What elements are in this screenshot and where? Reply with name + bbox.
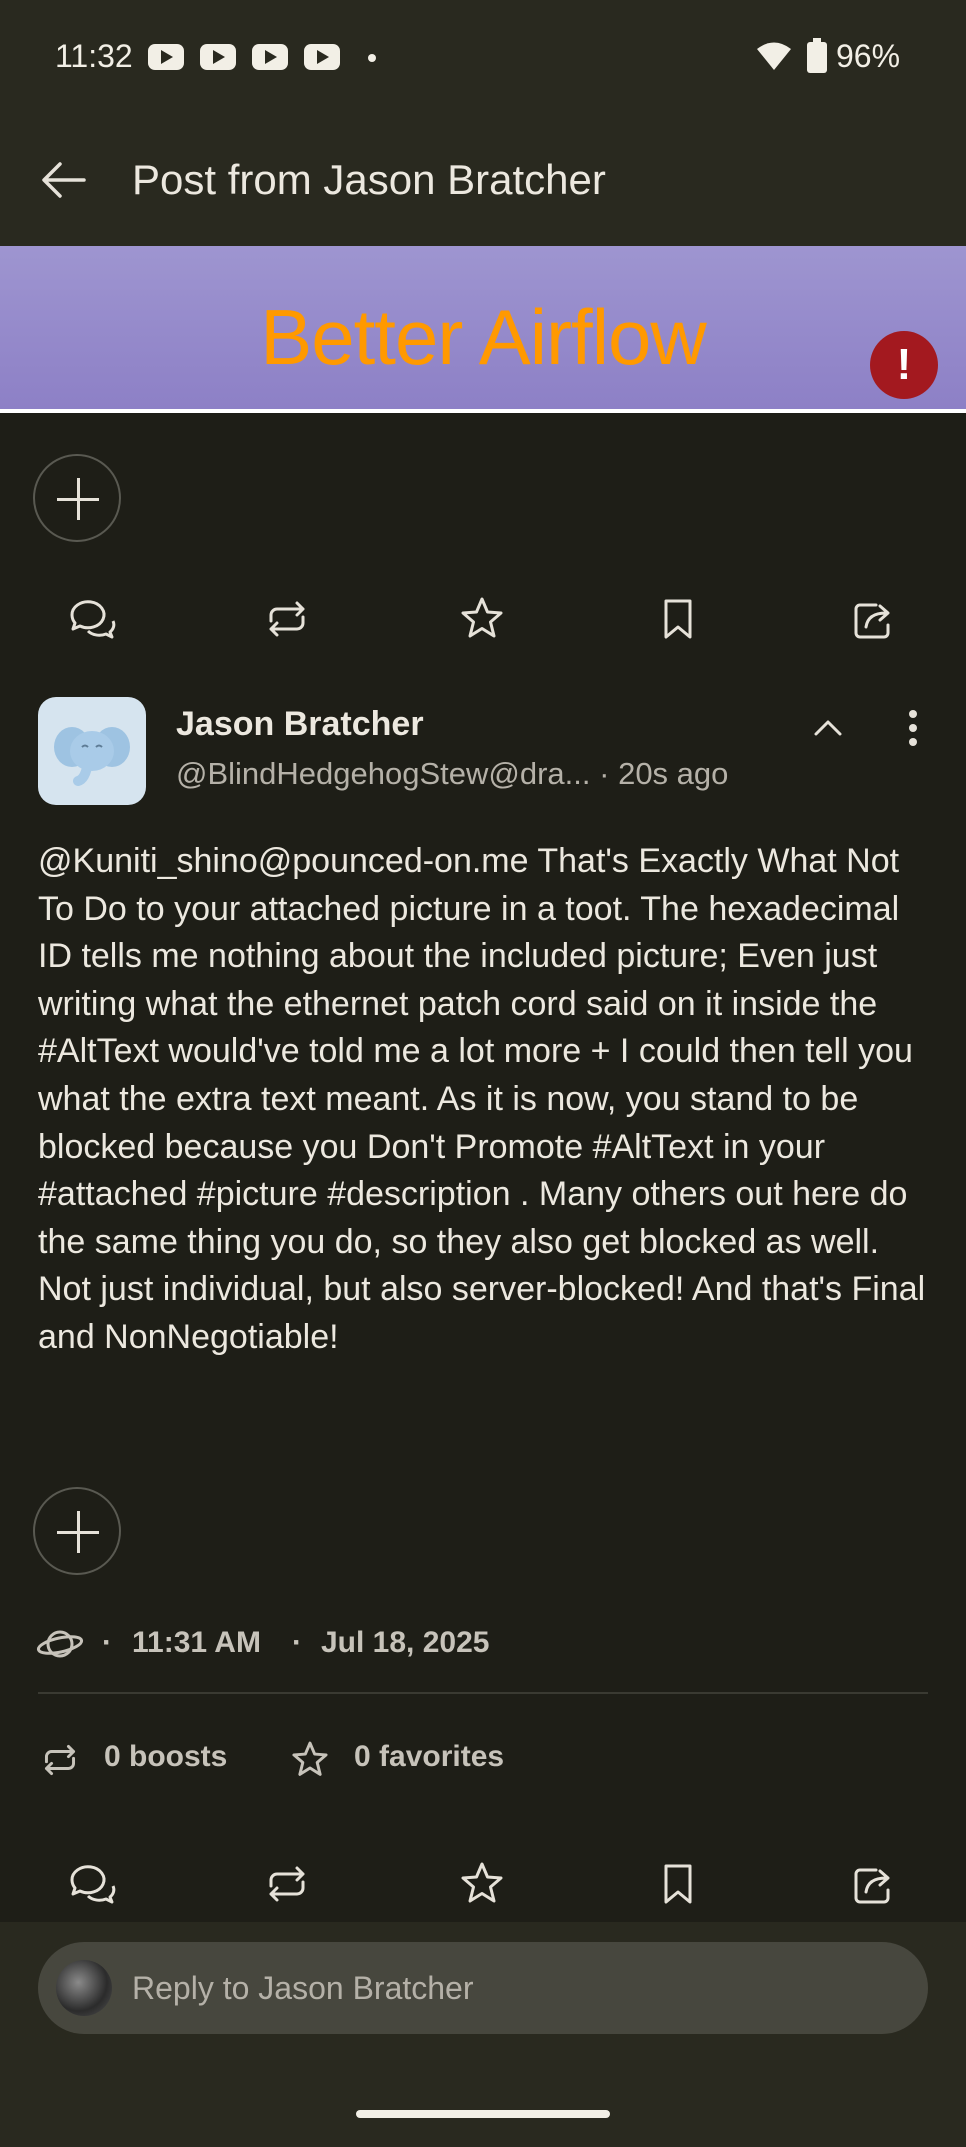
author-handle[interactable]: @BlindHedgehogStew@dra... bbox=[176, 756, 591, 791]
author-handle-line: @BlindHedgehogStew@dra... · 20s ago bbox=[176, 756, 728, 792]
author-name[interactable]: Jason Bratcher bbox=[176, 705, 424, 744]
reply-input[interactable]: Reply to Jason Bratcher bbox=[38, 1942, 928, 2034]
elephant-avatar-icon bbox=[54, 727, 130, 786]
more-notifications-dot-icon bbox=[368, 54, 376, 62]
relative-time: · 20s ago bbox=[599, 756, 729, 791]
public-globe-icon bbox=[36, 1630, 84, 1658]
youtube-icon bbox=[200, 44, 236, 70]
battery-percent: 96% bbox=[836, 38, 901, 74]
youtube-icon bbox=[252, 44, 288, 70]
missing-alt-text-warning-icon[interactable]: ! bbox=[870, 331, 938, 399]
star-icon bbox=[461, 597, 503, 638]
share-icon bbox=[854, 1868, 890, 1904]
favorite-button[interactable] bbox=[456, 593, 508, 645]
favorite-count[interactable]: 0 favorites bbox=[354, 1740, 504, 1774]
wifi-icon bbox=[757, 42, 791, 70]
boost-icon bbox=[269, 1866, 305, 1902]
reply-bar: Reply to Jason Bratcher bbox=[0, 1922, 966, 2147]
page-title: Post from Jason Bratcher bbox=[132, 156, 606, 203]
youtube-icon bbox=[148, 44, 184, 70]
bookmark-button[interactable] bbox=[652, 593, 704, 645]
more-vertical-icon[interactable] bbox=[900, 708, 926, 748]
bookmark-button[interactable] bbox=[652, 1858, 704, 1910]
reply-icon bbox=[70, 1865, 116, 1904]
user-avatar bbox=[56, 1960, 112, 2016]
share-icon bbox=[854, 603, 890, 639]
add-reaction-button[interactable] bbox=[33, 454, 121, 542]
bookmark-icon bbox=[664, 1864, 692, 1904]
reply-placeholder: Reply to Jason Bratcher bbox=[132, 1970, 474, 2006]
share-button[interactable] bbox=[848, 593, 900, 645]
chevron-up-icon[interactable] bbox=[808, 708, 848, 748]
reply-button[interactable] bbox=[66, 593, 118, 645]
status-time: 11:32 bbox=[55, 38, 133, 74]
bookmark-icon bbox=[664, 599, 692, 639]
author-avatar[interactable] bbox=[38, 697, 146, 805]
app-bar: Post from Jason Bratcher bbox=[0, 110, 966, 246]
post-date: Jul 18, 2025 bbox=[321, 1626, 490, 1659]
meta-separator: · bbox=[292, 1626, 302, 1659]
boost-button[interactable] bbox=[261, 593, 313, 645]
meta-separator: · bbox=[102, 1626, 112, 1659]
back-arrow-icon[interactable] bbox=[38, 154, 90, 206]
battery-icon bbox=[807, 38, 827, 73]
reply-icon bbox=[70, 600, 116, 639]
share-button[interactable] bbox=[848, 1858, 900, 1910]
star-icon bbox=[461, 1862, 503, 1903]
star-icon bbox=[292, 1741, 328, 1776]
post-content[interactable]: @Kuniti_shino@pounced-on.me That's Exact… bbox=[38, 838, 938, 1362]
gesture-home-indicator[interactable] bbox=[356, 2110, 610, 2118]
boost-button[interactable] bbox=[261, 1858, 313, 1910]
reply-button[interactable] bbox=[66, 1858, 118, 1910]
add-reaction-button[interactable] bbox=[33, 1487, 121, 1575]
status-bar: 11:32 96% bbox=[0, 0, 966, 110]
image-background: Better Airflow ! bbox=[0, 246, 966, 409]
previous-post-actions bbox=[0, 575, 966, 655]
boost-icon bbox=[269, 601, 305, 637]
divider bbox=[38, 1692, 928, 1694]
post-time: 11:31 AM bbox=[132, 1626, 261, 1659]
post-actions bbox=[0, 1840, 966, 1920]
post-image[interactable]: Better Airflow ! bbox=[0, 246, 966, 413]
image-text: Better Airflow bbox=[260, 293, 707, 381]
youtube-icon bbox=[304, 44, 340, 70]
boost-count[interactable]: 0 boosts bbox=[104, 1740, 227, 1774]
boost-icon bbox=[44, 1744, 76, 1776]
image-bottom-stripe bbox=[0, 409, 966, 413]
favorite-button[interactable] bbox=[456, 1858, 508, 1910]
